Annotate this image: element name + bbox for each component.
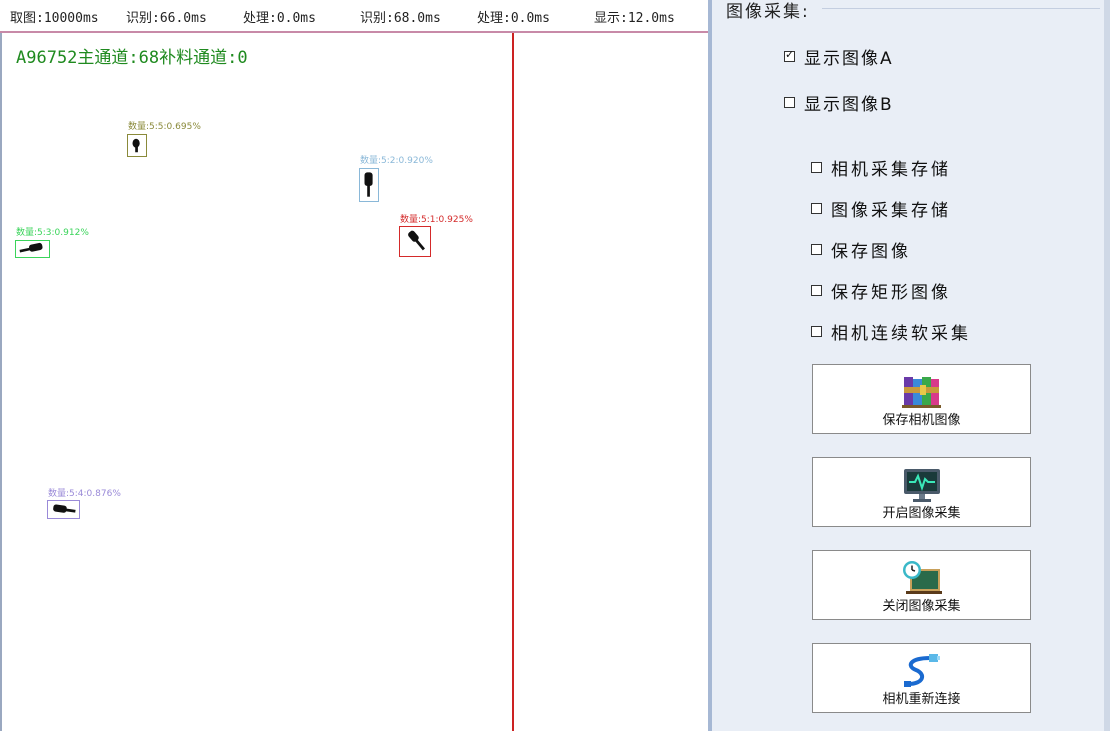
checkbox-label: 相机连续软采集 [831, 324, 971, 344]
clock-board-icon [902, 561, 942, 594]
group-border [822, 8, 1100, 9]
network-cable-icon [903, 654, 940, 687]
checkbox-label: 保存矩形图像 [831, 283, 951, 303]
checkbox-unchecked-icon[interactable] [811, 203, 822, 214]
processing-time-1: 处理:0.0ms [243, 11, 316, 26]
save-camera-image-button[interactable]: 保存相机图像 [812, 364, 1031, 434]
image-viewer[interactable]: A96752主通道:68补料通道:0 数量:5:5:0.695% 数量:5:2:… [0, 33, 708, 731]
checkbox-label: 保存图像 [831, 242, 911, 262]
button-label: 保存相机图像 [882, 413, 961, 428]
detection-box[interactable] [47, 500, 80, 519]
detection-label: 数量:5:4:0.876% [48, 489, 121, 499]
panel-scrollbar[interactable] [1104, 0, 1110, 731]
checkbox-unchecked-icon[interactable] [811, 285, 822, 296]
recognition-time-1: 识别:66.0ms [126, 11, 207, 26]
processing-time-2: 处理:0.0ms [477, 11, 550, 26]
checkbox-unchecked-icon[interactable] [811, 326, 822, 337]
part-silhouette-icon [408, 230, 425, 251]
detection-box[interactable] [127, 134, 147, 157]
checkbox-unchecked-icon[interactable] [811, 162, 822, 173]
save-rect-image-checkbox[interactable]: 保存矩形图像 [811, 278, 951, 303]
channel-title: A96752主通道:68补料通道:0 [16, 48, 248, 68]
detection-box[interactable] [359, 168, 379, 202]
camera-capture-save-checkbox[interactable]: 相机采集存储 [811, 155, 951, 180]
display-time: 显示:12.0ms [594, 11, 675, 26]
detection-label: 数量:5:5:0.695% [128, 122, 201, 132]
capture-time: 取图:10000ms [10, 11, 99, 26]
start-capture-button[interactable]: 开启图像采集 [812, 457, 1031, 527]
checkbox-label: 显示图像A [804, 49, 894, 69]
status-bar: 取图:10000ms 识别:66.0ms 处理:0.0ms 识别:68.0ms … [0, 0, 708, 32]
detection-label: 数量:5:1:0.925% [400, 215, 473, 225]
group-title: 图像采集: [726, 2, 810, 22]
camera-continuous-capture-checkbox[interactable]: 相机连续软采集 [811, 319, 971, 344]
detection-label: 数量:5:2:0.920% [360, 156, 433, 166]
checkbox-unchecked-icon[interactable] [784, 97, 795, 108]
part-silhouette-icon [53, 504, 76, 513]
checkbox-checked-icon[interactable] [784, 48, 796, 62]
checkbox-unchecked-icon[interactable] [811, 244, 822, 255]
stop-capture-button[interactable]: 关闭图像采集 [812, 550, 1031, 620]
monitor-pulse-icon [903, 469, 940, 502]
save-image-checkbox[interactable]: 保存图像 [811, 237, 911, 262]
control-panel: 图像采集: 显示图像A 显示图像B 相机采集存储 图像采集存储 保存图像 保存矩… [708, 0, 1110, 731]
checkbox-label: 显示图像B [804, 95, 894, 115]
show-image-b-checkbox[interactable]: 显示图像B [784, 90, 894, 115]
checkbox-label: 相机采集存储 [831, 160, 951, 180]
button-label: 开启图像采集 [882, 506, 961, 521]
part-silhouette-icon [132, 138, 140, 153]
divider-line [512, 33, 514, 731]
checkbox-label: 图像采集存储 [831, 201, 951, 221]
recognition-time-2: 识别:68.0ms [360, 11, 441, 26]
detection-label: 数量:5:3:0.912% [16, 228, 89, 238]
show-image-a-checkbox[interactable]: 显示图像A [784, 44, 894, 69]
part-silhouette-icon [364, 172, 373, 197]
detection-box[interactable] [399, 226, 431, 257]
camera-reconnect-button[interactable]: 相机重新连接 [812, 643, 1031, 713]
image-capture-save-checkbox[interactable]: 图像采集存储 [811, 196, 951, 221]
button-label: 相机重新连接 [882, 692, 961, 707]
part-silhouette-icon [19, 242, 43, 253]
archive-books-icon [901, 377, 941, 408]
detection-box[interactable] [15, 240, 50, 258]
button-label: 关闭图像采集 [882, 599, 961, 614]
